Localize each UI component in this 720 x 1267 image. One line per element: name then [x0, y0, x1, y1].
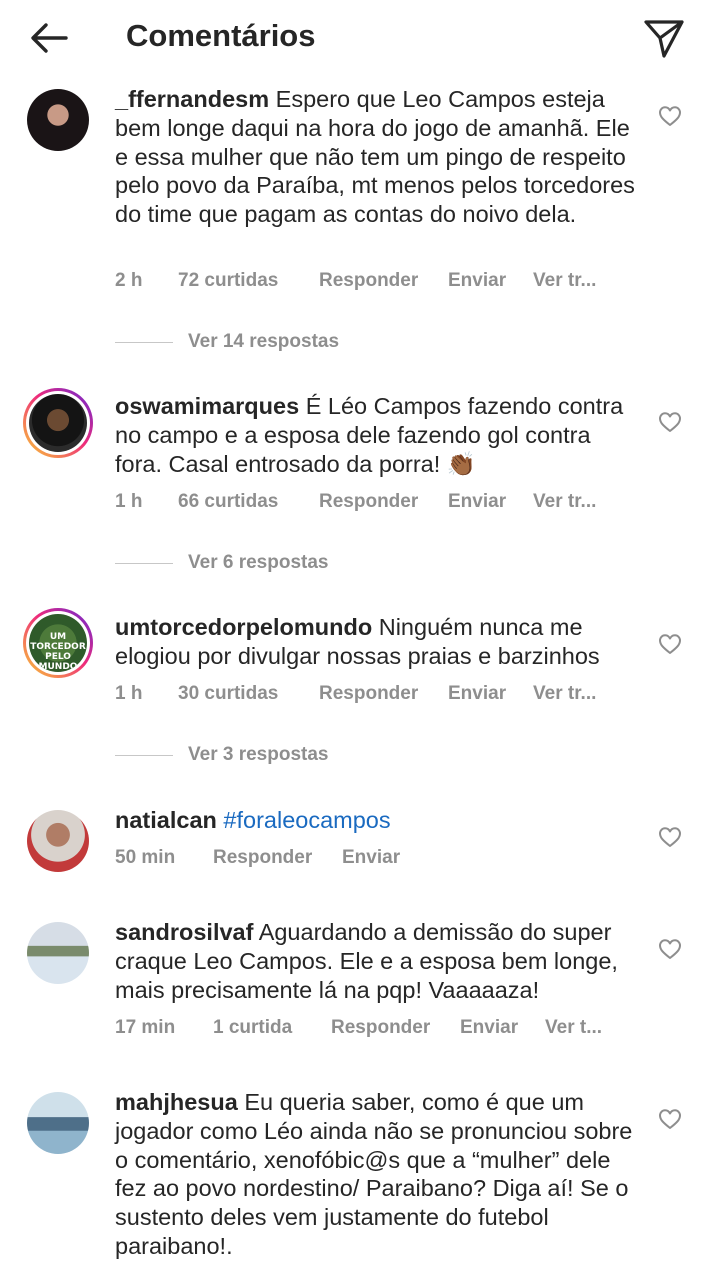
comment-body: mahjhesua Eu queria saber, como é que um…: [115, 1088, 635, 1261]
reply-button[interactable]: Responder: [319, 679, 418, 709]
comment-body: _ffernandesm Espero que Leo Campos estej…: [115, 85, 635, 229]
reply-button[interactable]: Responder: [319, 487, 418, 517]
reply-button[interactable]: Responder: [331, 1013, 430, 1043]
comment-meta: 17 min 1 curtida Responder Enviar Ver t.…: [115, 1013, 635, 1043]
avatar[interactable]: [23, 388, 93, 458]
send-button[interactable]: Enviar: [448, 266, 506, 296]
replies-divider: [115, 563, 173, 564]
translate-button[interactable]: Ver t...: [545, 1013, 602, 1043]
comment-username[interactable]: sandrosilvaf: [115, 919, 253, 945]
comment-time: 1 h: [115, 683, 143, 704]
avatar-image: [29, 394, 87, 452]
avatar-image: [27, 810, 89, 872]
send-button[interactable]: Enviar: [460, 1013, 518, 1043]
comment-item: mahjhesua Eu queria saber, como é que um…: [0, 1088, 720, 1267]
avatar[interactable]: [23, 918, 93, 988]
share-button[interactable]: [636, 12, 692, 62]
comment-item: oswamimarques É Léo Campos fazendo contr…: [0, 388, 720, 528]
replies-divider: [115, 755, 173, 756]
comment-item: natialcan #foraleocampos 50 min Responde…: [0, 806, 720, 886]
comment-username[interactable]: natialcan: [115, 807, 217, 833]
comment-hashtag[interactable]: #foraleocampos: [223, 807, 390, 833]
paper-plane-icon: [644, 20, 684, 58]
heart-outline-icon[interactable]: [658, 105, 682, 127]
comment-item: sandrosilvaf Aguardando a demissão do su…: [0, 918, 720, 1058]
heart-outline-icon[interactable]: [658, 411, 682, 433]
heart-outline-icon[interactable]: [658, 633, 682, 655]
replies-divider: [115, 342, 173, 343]
reply-button[interactable]: Responder: [213, 843, 312, 873]
arrow-left-icon: [31, 23, 68, 53]
comment-likes[interactable]: 72 curtidas: [178, 266, 278, 296]
view-replies-label[interactable]: Ver 14 respostas: [188, 327, 339, 357]
comment-time: 17 min: [115, 1017, 176, 1038]
avatar-logo-text: UM TORCEDOR PELO MUNDO: [30, 632, 86, 672]
avatar[interactable]: UM TORCEDOR PELO MUNDO: [23, 608, 93, 678]
translate-button[interactable]: Ver tr...: [533, 266, 596, 296]
avatar-image: [27, 1092, 89, 1154]
send-button[interactable]: Enviar: [342, 843, 400, 873]
comment-username[interactable]: umtorcedorpelomundo: [115, 614, 372, 640]
comment-time: 1 h: [115, 491, 143, 512]
header: Comentários: [0, 0, 720, 72]
comment-body: natialcan #foraleocampos: [115, 806, 635, 835]
send-button[interactable]: Enviar: [448, 679, 506, 709]
comment-time: 50 min: [115, 847, 176, 868]
comment-meta: 50 min Responder Enviar: [115, 843, 635, 873]
page-title: Comentários: [126, 18, 316, 53]
view-replies[interactable]: Ver 6 respostas: [0, 548, 720, 578]
comment-meta: 1 h 66 curtidas Responder Enviar Ver tr.…: [115, 487, 635, 517]
heart-outline-icon[interactable]: [658, 1108, 682, 1130]
comments-screen: Comentários _ffernandesm Espero que Leo …: [0, 0, 720, 1267]
heart-outline-icon[interactable]: [658, 826, 682, 848]
heart-outline-icon[interactable]: [658, 938, 682, 960]
comment-likes[interactable]: 1 curtida: [213, 1013, 292, 1043]
comment-time: 2 h: [115, 270, 143, 291]
avatar[interactable]: [23, 806, 93, 876]
comment-username[interactable]: mahjhesua: [115, 1089, 238, 1115]
comment-body: umtorcedorpelomundo Ninguém nunca me elo…: [115, 613, 635, 671]
comment-item: UM TORCEDOR PELO MUNDO umtorcedorpelomun…: [0, 608, 720, 718]
avatar[interactable]: [23, 85, 93, 155]
back-button[interactable]: [22, 14, 76, 62]
comment-meta: 2 h 72 curtidas Responder Enviar Ver tr.…: [115, 266, 635, 296]
comment-username[interactable]: oswamimarques: [115, 393, 299, 419]
view-replies[interactable]: Ver 14 respostas: [0, 327, 720, 357]
comment-body: oswamimarques É Léo Campos fazendo contr…: [115, 392, 635, 478]
comment-likes[interactable]: 66 curtidas: [178, 487, 278, 517]
view-replies-label[interactable]: Ver 3 respostas: [188, 740, 328, 770]
comment-body: sandrosilvaf Aguardando a demissão do su…: [115, 918, 635, 1004]
view-replies-label[interactable]: Ver 6 respostas: [188, 548, 328, 578]
comment-meta: 1 h 30 curtidas Responder Enviar Ver tr.…: [115, 679, 635, 709]
translate-button[interactable]: Ver tr...: [533, 679, 596, 709]
translate-button[interactable]: Ver tr...: [533, 487, 596, 517]
avatar-image: UM TORCEDOR PELO MUNDO: [29, 614, 87, 672]
view-replies[interactable]: Ver 3 respostas: [0, 740, 720, 770]
avatar-image: [27, 922, 89, 984]
avatar-image: [27, 89, 89, 151]
comment-likes[interactable]: 30 curtidas: [178, 679, 278, 709]
avatar[interactable]: [23, 1088, 93, 1158]
reply-button[interactable]: Responder: [319, 266, 418, 296]
comment-item: _ffernandesm Espero que Leo Campos estej…: [0, 85, 720, 300]
comment-username[interactable]: _ffernandesm: [115, 86, 269, 112]
send-button[interactable]: Enviar: [448, 487, 506, 517]
